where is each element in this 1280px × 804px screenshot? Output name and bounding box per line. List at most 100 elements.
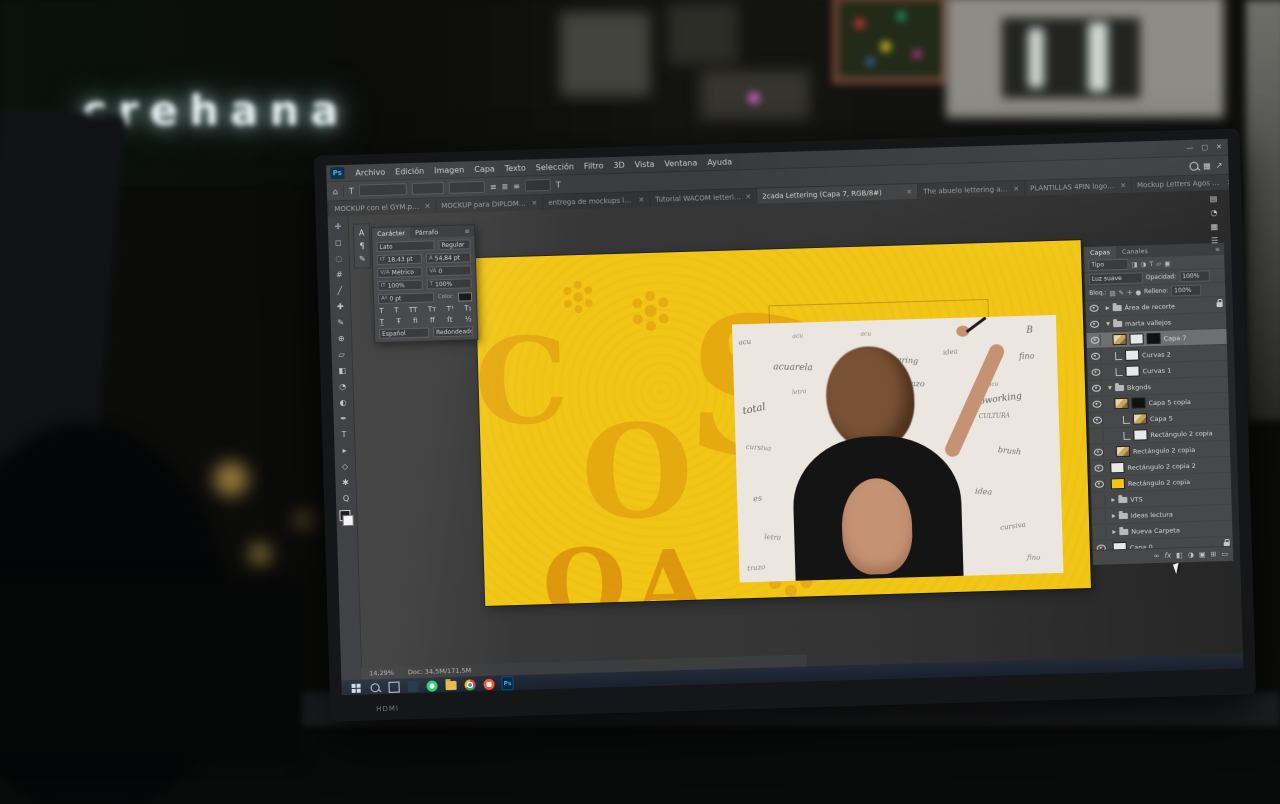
shape-tool[interactable]: ◇ xyxy=(337,459,353,474)
lock-position-icon[interactable]: ✛ xyxy=(1127,288,1133,296)
visibility-toggle[interactable] xyxy=(1091,383,1102,394)
home-icon[interactable]: ⌂ xyxy=(333,187,338,196)
visibility-toggle[interactable] xyxy=(1093,463,1104,474)
leading-field[interactable]: A54,84 pt xyxy=(426,252,471,263)
share-icon[interactable]: ↗ xyxy=(1216,160,1223,169)
expand-arrow-icon[interactable]: ▶ xyxy=(1106,305,1110,311)
align-center-icon[interactable]: ≣ xyxy=(501,182,508,191)
tab-close-icon[interactable]: ✕ xyxy=(1227,178,1233,186)
filter-type-select[interactable]: Tipo xyxy=(1088,259,1128,271)
taskbar-task-view[interactable] xyxy=(387,681,399,693)
kerning-field[interactable]: V/AMétrico xyxy=(377,267,422,278)
expand-arrow-icon[interactable]: ▶ xyxy=(1112,513,1116,519)
zoom-level[interactable]: 14,29% xyxy=(369,669,394,678)
menu-3d[interactable]: 3D xyxy=(608,160,630,170)
layer-thumbnail[interactable] xyxy=(1133,413,1147,424)
history-panel-icon[interactable]: ◔ xyxy=(1210,208,1217,217)
canvas-artboard[interactable]: COSOA acuacuarelaCoworkingCULTURAletteri… xyxy=(475,240,1091,606)
menu-edición[interactable]: Edición xyxy=(390,166,429,176)
brush-tool[interactable]: ✎ xyxy=(333,315,349,330)
visibility-toggle[interactable] xyxy=(1093,447,1104,458)
adjustment-thumbnail[interactable] xyxy=(1125,365,1139,376)
menu-ventana[interactable]: Ventana xyxy=(659,158,702,168)
expand-arrow-icon[interactable]: ▼ xyxy=(1108,385,1112,391)
search-icon[interactable] xyxy=(1189,161,1198,170)
color-panel-icon[interactable]: ▤ xyxy=(1210,194,1218,203)
menu-texto[interactable]: Texto xyxy=(500,163,531,173)
horizontal-scale-field[interactable]: T100% xyxy=(427,278,472,289)
visibility-toggle[interactable] xyxy=(1092,431,1103,442)
layer-style-icon[interactable]: fx xyxy=(1164,552,1171,560)
close-button[interactable]: ✕ xyxy=(1216,143,1222,151)
layer-thumbnail[interactable] xyxy=(1110,462,1124,473)
font-size-select[interactable] xyxy=(449,181,485,194)
expand-arrow-icon[interactable]: ▶ xyxy=(1111,497,1115,503)
font-size-field[interactable]: tT18,43 pt xyxy=(377,254,422,265)
font-family-select[interactable] xyxy=(359,183,407,196)
visibility-toggle[interactable] xyxy=(1094,495,1105,506)
lig-icon[interactable]: fi xyxy=(413,317,418,325)
panel-menu-icon[interactable]: ≡ xyxy=(465,227,475,235)
faux-italic-icon[interactable]: T xyxy=(394,306,399,314)
glyphs-panel-icon[interactable]: ✎ xyxy=(359,254,366,263)
menu-filtro[interactable]: Filtro xyxy=(579,161,609,171)
font-style-select[interactable] xyxy=(412,182,444,195)
crop-tool[interactable]: # xyxy=(331,267,347,282)
layer-thumbnail[interactable] xyxy=(1114,398,1128,409)
lasso-tool[interactable]: ◌ xyxy=(331,251,347,266)
opacity-value[interactable]: 100% xyxy=(1179,270,1209,282)
menu-selección[interactable]: Selección xyxy=(531,162,579,172)
marquee-tool[interactable]: ◻ xyxy=(330,235,346,250)
filter-adjust-icon[interactable]: ◑ xyxy=(1140,260,1146,268)
layer-thumbnail[interactable] xyxy=(1112,334,1126,345)
tab-character[interactable]: Carácter xyxy=(372,227,410,239)
add-mask-icon[interactable]: ◧ xyxy=(1176,551,1183,559)
gradient-tool[interactable]: ◧ xyxy=(334,363,350,378)
align-right-icon[interactable]: ≡ xyxy=(513,181,520,190)
menu-archivo[interactable]: Archivo xyxy=(350,167,390,177)
text-color-box[interactable] xyxy=(525,179,551,192)
tab-close-icon[interactable]: ✕ xyxy=(906,188,912,196)
expand-arrow-icon[interactable]: ▶ xyxy=(1112,529,1116,535)
visibility-toggle[interactable] xyxy=(1089,335,1100,346)
eyedropper-tool[interactable]: ╱ xyxy=(332,283,348,298)
blend-mode-select[interactable]: Luz suave xyxy=(1089,272,1143,285)
tab-paragraph[interactable]: Párrafo xyxy=(410,226,443,238)
lock-pixels-icon[interactable]: ✎ xyxy=(1118,288,1124,296)
spot-heal-tool[interactable]: ✚ xyxy=(332,299,348,314)
subscript-icon[interactable]: T₁ xyxy=(464,304,471,312)
blur-tool[interactable]: ◔ xyxy=(334,379,350,394)
delete-layer-icon[interactable]: ▭ xyxy=(1221,550,1228,558)
character-panel-icon[interactable]: A xyxy=(359,228,365,237)
menu-vista[interactable]: Vista xyxy=(630,159,660,169)
mask-thumbnail[interactable] xyxy=(1146,333,1160,344)
panel-menu-icon[interactable]: ≡ xyxy=(1215,245,1224,252)
menu-imagen[interactable]: Imagen xyxy=(429,165,469,175)
visibility-toggle[interactable] xyxy=(1090,367,1101,378)
path-select-tool[interactable]: ▸ xyxy=(336,443,352,458)
tab-close-icon[interactable]: ✕ xyxy=(745,192,751,200)
taskbar-search[interactable] xyxy=(368,681,380,693)
taskbar-photoshop[interactable]: Ps xyxy=(501,677,513,689)
tab-layers[interactable]: Capas xyxy=(1084,246,1116,259)
menu-ayuda[interactable]: Ayuda xyxy=(702,157,737,167)
background-color[interactable] xyxy=(342,515,353,526)
dodge-tool[interactable]: ◐ xyxy=(335,395,351,410)
filter-smart-icon[interactable]: ▣ xyxy=(1164,259,1170,267)
filter-pixel-icon[interactable]: ◨ xyxy=(1131,260,1137,268)
lock-all-icon[interactable]: ● xyxy=(1135,288,1141,296)
tab-close-icon[interactable]: ✕ xyxy=(1013,184,1019,192)
visibility-toggle[interactable] xyxy=(1095,527,1106,538)
superscript-icon[interactable]: T¹ xyxy=(447,305,454,313)
adjustment-layer-icon[interactable]: ◑ xyxy=(1188,551,1194,559)
new-layer-icon[interactable]: ⊞ xyxy=(1210,550,1216,558)
visibility-toggle[interactable] xyxy=(1095,511,1106,522)
maximize-button[interactable]: ▢ xyxy=(1201,143,1208,151)
mask-thumbnail[interactable] xyxy=(1131,397,1145,408)
layer-thumbnail[interactable] xyxy=(1133,429,1147,440)
hand-tool[interactable]: ✱ xyxy=(337,475,353,490)
menu-capa[interactable]: Capa xyxy=(469,164,500,174)
all-caps-icon[interactable]: TT xyxy=(409,306,418,314)
pen-tool[interactable]: ✒ xyxy=(335,411,351,426)
lock-transparent-icon[interactable]: ▨ xyxy=(1109,289,1115,297)
